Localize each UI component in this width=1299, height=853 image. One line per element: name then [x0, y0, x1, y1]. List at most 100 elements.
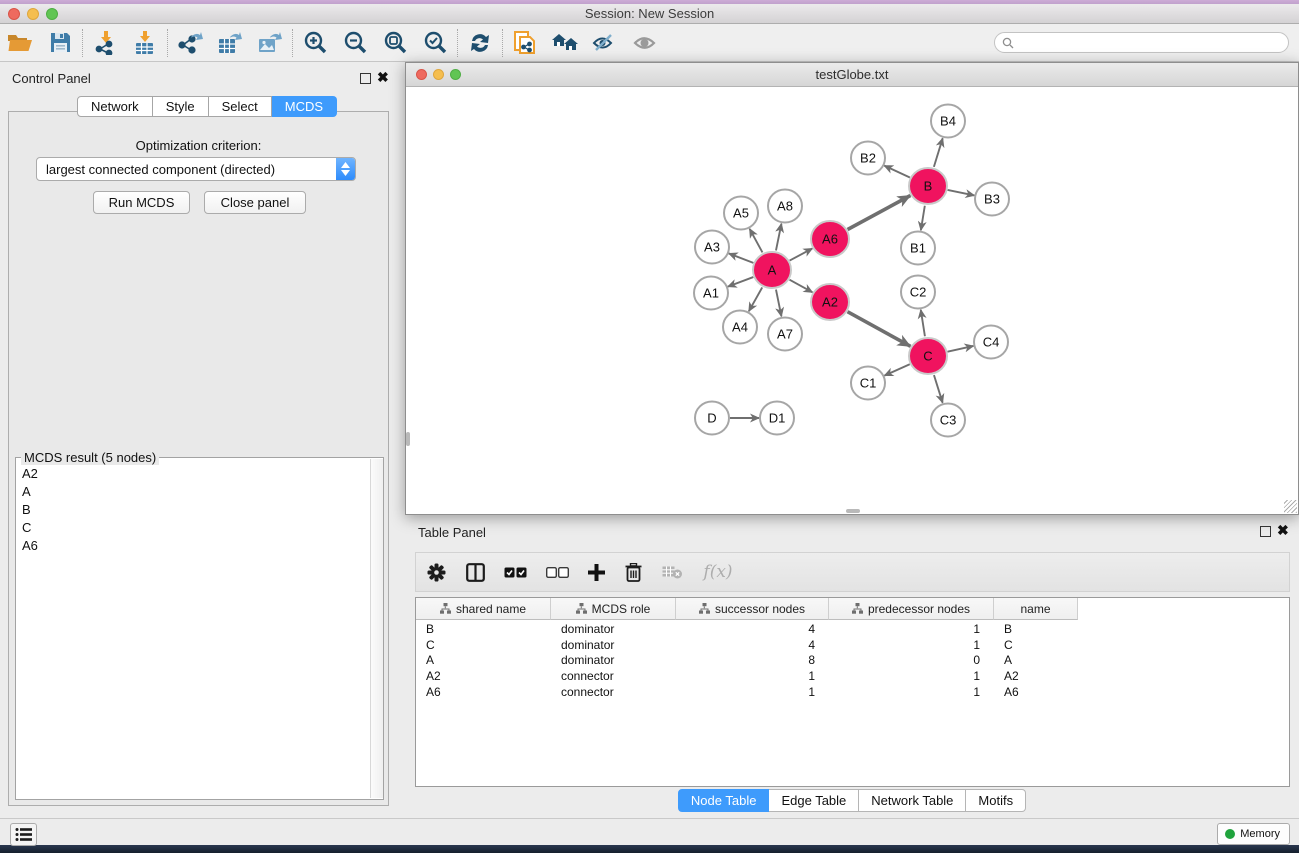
graph-edge-C-C1[interactable] — [884, 364, 909, 375]
tab-motifs[interactable]: Motifs — [966, 789, 1026, 812]
mcds-result-item[interactable]: C — [17, 518, 369, 536]
criterion-select[interactable]: largest connected component (directed) — [36, 157, 356, 181]
graph-edge-B-B3[interactable] — [948, 190, 975, 195]
tab-mcds[interactable]: MCDS — [272, 96, 337, 117]
eye-slash-icon[interactable] — [585, 27, 625, 59]
add-icon[interactable] — [578, 556, 614, 588]
column-header-MCDS-role[interactable]: MCDS role — [551, 598, 676, 620]
graph-node-A6[interactable]: A6 — [811, 221, 849, 257]
import-network-icon[interactable] — [85, 27, 125, 59]
deselect-all-icon[interactable] — [536, 556, 578, 588]
graph-node-B2[interactable]: B2 — [851, 142, 885, 175]
delete-table-icon[interactable] — [652, 556, 692, 588]
graph-edge-C-C3[interactable] — [934, 375, 943, 403]
network-window-titlebar[interactable]: testGlobe.txt — [406, 63, 1298, 87]
zoom-fit-icon[interactable] — [375, 27, 415, 59]
graph-edge-C-C2[interactable] — [921, 310, 925, 336]
graph-node-A1[interactable]: A1 — [694, 277, 728, 310]
graph-node-C1[interactable]: C1 — [851, 367, 885, 400]
graph-node-A7[interactable]: A7 — [768, 318, 802, 351]
search-input[interactable] — [1014, 36, 1288, 50]
import-table-icon[interactable] — [125, 27, 165, 59]
graph-node-B3[interactable]: B3 — [975, 183, 1009, 216]
graph-edge-A-A5[interactable] — [750, 229, 763, 253]
graph-node-C[interactable]: C — [909, 338, 947, 374]
run-mcds-button[interactable]: Run MCDS — [93, 191, 190, 214]
columns-icon[interactable] — [456, 556, 494, 588]
duplicate-network-icon[interactable] — [505, 27, 545, 59]
column-header-shared-name[interactable]: shared name — [416, 598, 551, 620]
delete-icon[interactable] — [614, 556, 652, 588]
mcds-result-item[interactable]: A2 — [17, 464, 369, 482]
table-row[interactable]: Bdominator41B — [416, 621, 1289, 637]
graph-node-D[interactable]: D — [695, 402, 729, 435]
export-image-icon[interactable] — [250, 27, 290, 59]
graph-edge-A2-C[interactable] — [848, 312, 911, 347]
search-field[interactable] — [994, 32, 1289, 53]
panel-list-icon[interactable] — [10, 823, 37, 846]
graph-node-B1[interactable]: B1 — [901, 232, 935, 265]
network-resize-grip[interactable] — [1284, 500, 1297, 513]
zoom-out-icon[interactable] — [335, 27, 375, 59]
network-canvas[interactable]: B4 B2 B B3 A5 A8 A6 B1 A3 A C2 A1 A2 A4 A7 C4 C C1 C3 D D1 — [406, 87, 1298, 514]
graph-node-C2[interactable]: C2 — [901, 276, 935, 309]
mcds-result-scrollbar[interactable] — [370, 459, 383, 798]
zoom-selected-icon[interactable] — [415, 27, 455, 59]
table-row[interactable]: Cdominator41C — [416, 637, 1289, 653]
tab-select[interactable]: Select — [209, 96, 272, 117]
graph-node-A2[interactable]: A2 — [811, 284, 849, 320]
save-session-icon[interactable] — [40, 27, 80, 59]
tab-network-table[interactable]: Network Table — [859, 789, 966, 812]
graph-edge-A-A1[interactable] — [728, 277, 753, 287]
graph-node-A8[interactable]: A8 — [768, 190, 802, 223]
graph-node-A[interactable]: A — [753, 252, 791, 288]
zoom-in-icon[interactable] — [295, 27, 335, 59]
graph-node-B[interactable]: B — [909, 168, 947, 204]
graph-edge-B-B2[interactable] — [884, 166, 910, 178]
graph-node-A3[interactable]: A3 — [695, 231, 729, 264]
close-panel-icon[interactable]: ✖ — [377, 70, 389, 84]
tab-network[interactable]: Network — [77, 96, 153, 117]
table-close-panel-icon[interactable]: ✖ — [1277, 523, 1289, 537]
mcds-result-item[interactable]: B — [17, 500, 369, 518]
tab-style[interactable]: Style — [153, 96, 209, 117]
graph-node-B4[interactable]: B4 — [931, 105, 965, 138]
column-header-predecessor-nodes[interactable]: predecessor nodes — [829, 598, 994, 620]
export-table-icon[interactable] — [210, 27, 250, 59]
graph-edge-A-A6[interactable] — [790, 248, 813, 260]
graph-edge-A-A2[interactable] — [790, 280, 813, 293]
graph-node-C4[interactable]: C4 — [974, 326, 1008, 359]
graph-node-D1[interactable]: D1 — [760, 402, 794, 435]
graph-edge-A6-B[interactable] — [848, 196, 911, 230]
graph-edge-B-B1[interactable] — [921, 206, 925, 230]
close-panel-button[interactable]: Close panel — [204, 191, 306, 214]
table-float-panel-icon[interactable] — [1260, 526, 1271, 537]
tab-node-table[interactable]: Node Table — [678, 789, 770, 812]
column-header-successor-nodes[interactable]: successor nodes — [676, 598, 829, 620]
graph-edge-A-A7[interactable] — [776, 290, 781, 317]
graph-node-A5[interactable]: A5 — [724, 197, 758, 230]
mcds-result-item[interactable]: A — [17, 482, 369, 500]
graph-node-A4[interactable]: A4 — [723, 311, 757, 344]
select-all-icon[interactable] — [494, 556, 536, 588]
float-panel-icon[interactable] — [360, 73, 371, 84]
open-session-icon[interactable] — [0, 27, 40, 59]
graph-node-C3[interactable]: C3 — [931, 404, 965, 437]
table-row[interactable]: Adominator80A — [416, 652, 1289, 668]
houses-icon[interactable] — [545, 27, 585, 59]
memory-button[interactable]: Memory — [1217, 823, 1290, 845]
graph-edge-A-A4[interactable] — [749, 287, 762, 311]
graph-edge-A-A3[interactable] — [729, 253, 754, 262]
graph-edge-B-B4[interactable] — [934, 138, 943, 167]
tab-edge-table[interactable]: Edge Table — [769, 789, 859, 812]
refresh-icon[interactable] — [460, 27, 500, 59]
export-network-icon[interactable] — [170, 27, 210, 59]
column-header-name[interactable]: name — [994, 598, 1078, 620]
table-row[interactable]: A2connector11A2 — [416, 668, 1289, 684]
network-horizontal-scrollbar[interactable] — [846, 509, 860, 513]
network-vertical-scrollbar[interactable] — [406, 432, 410, 446]
eye-icon[interactable] — [625, 27, 665, 59]
gear-icon[interactable] — [416, 556, 456, 588]
graph-edge-C-C4[interactable] — [948, 346, 974, 352]
mcds-result-item[interactable]: A6 — [17, 536, 369, 554]
